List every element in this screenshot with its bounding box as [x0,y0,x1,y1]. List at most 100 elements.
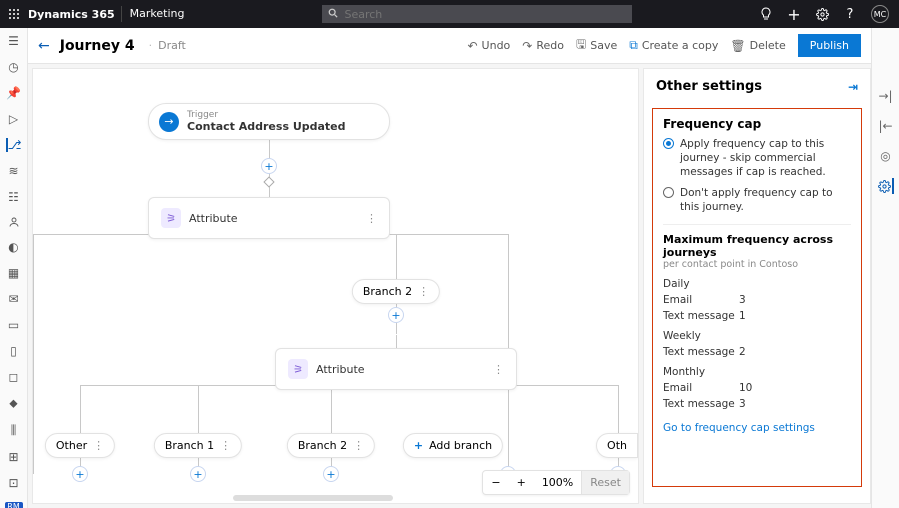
search-input[interactable] [344,8,626,21]
notification-icon[interactable]: ▭ [6,318,22,332]
branch-label: Other [56,439,87,452]
settings-gear-icon[interactable] [878,178,894,194]
more-icon[interactable]: ⋮ [93,439,104,452]
freq-channel: Email [663,382,739,394]
branch-pill[interactable]: Branch 2 ⋮ [287,433,375,458]
add-icon[interactable]: + [787,7,801,21]
frequency-cap-section: Frequency cap Apply frequency cap to thi… [652,108,862,487]
branch-pill[interactable]: Branch 2 ⋮ [352,279,440,304]
person-icon[interactable] [6,216,22,228]
more-icon[interactable]: ⋮ [356,212,377,225]
avatar[interactable]: MC [871,5,889,23]
delete-button[interactable]: 🗑Delete [730,39,785,53]
zoom-out-button[interactable]: − [483,471,508,494]
zoom-in-button[interactable]: + [509,471,534,494]
freq-row: Text message3 [663,398,851,410]
brand-label[interactable]: Dynamics 365 [28,8,121,21]
lock-icon[interactable]: ⊡ [6,476,22,490]
chat-icon[interactable]: ◻ [6,370,22,384]
journey-canvas[interactable]: + + + + + + + → Trigger Contact Address … [32,68,639,504]
freq-value: 1 [739,310,746,322]
add-step-button[interactable]: + [261,158,277,174]
period-label-daily: Daily [663,278,851,290]
max-freq-subtitle: per contact point in Contoso [663,259,851,270]
search-icon [328,8,338,21]
add-step-button[interactable]: + [323,466,339,482]
play-icon[interactable]: ▷ [6,112,22,126]
create-copy-button[interactable]: ⧉Create a copy [629,38,718,53]
help-icon[interactable]: ? [843,7,857,21]
branch-pill-other[interactable]: Oth [596,433,638,458]
gear-icon[interactable] [815,7,829,21]
redo-icon: ↷ [522,39,532,53]
freq-channel: Text message [663,398,739,410]
calendar-icon[interactable]: ▦ [6,266,22,280]
more-icon[interactable]: ⋮ [418,285,429,298]
forms-icon[interactable]: ⊞ [6,450,22,464]
target-icon[interactable]: ◎ [878,148,894,164]
segments-icon[interactable]: ☷ [6,190,22,204]
back-button[interactable]: ← [38,38,50,54]
undo-button[interactable]: ↶Undo [467,39,510,53]
radio-label: Don't apply frequency cap to this journe… [680,186,851,214]
status-label: Draft [149,39,186,52]
radio-no-cap[interactable]: Don't apply frequency cap to this journe… [663,186,851,214]
branch-pill[interactable]: Branch 1 ⋮ [154,433,242,458]
trigger-node[interactable]: → Trigger Contact Address Updated [148,103,390,140]
module-label[interactable]: Marketing [121,6,193,22]
branch-label: Branch 2 [298,439,347,452]
library-icon[interactable]: ⫼ [6,423,22,438]
publish-button[interactable]: Publish [798,34,861,57]
recent-icon[interactable]: ◷ [6,60,22,74]
menu-icon[interactable]: ☰ [6,34,22,48]
lightbulb-icon[interactable] [759,7,773,21]
mail-icon[interactable]: ✉ [6,292,22,306]
attribute-node[interactable]: ⚞ Attribute ⋮ [275,348,517,390]
branch-pill-other[interactable]: Other ⋮ [45,433,115,458]
add-branch-button[interactable]: + Add branch [403,433,503,458]
app-launcher-icon[interactable] [0,8,28,20]
undo-label: Undo [482,39,511,52]
zoom-control: − + 100% Reset [482,470,630,495]
save-button[interactable]: 🖫Save [576,35,617,56]
freq-row: Email3 [663,294,851,306]
branch-label: Oth [607,439,627,452]
save-icon: 🖫 [576,35,586,56]
freq-settings-link[interactable]: Go to frequency cap settings [663,422,815,434]
expand-in-icon[interactable]: →| [878,88,894,104]
freq-channel: Text message [663,346,739,358]
add-branch-label: Add branch [429,439,492,452]
journey-flow-icon[interactable]: ⎇ [6,138,22,152]
freq-channel: Email [663,294,739,306]
add-step-button[interactable]: + [388,307,404,323]
zoom-reset-button[interactable]: Reset [581,471,629,494]
branch-label: Branch 2 [363,285,412,298]
expand-out-icon[interactable]: |← [878,118,894,134]
more-icon[interactable]: ⋮ [483,363,504,376]
freq-row: Email10 [663,382,851,394]
microphone-icon[interactable]: ⬥ [6,396,22,411]
freq-row: Text message2 [663,346,851,358]
radio-apply-cap[interactable]: Apply frequency cap to this journey - sk… [663,137,851,180]
horizontal-scrollbar[interactable] [233,495,393,501]
redo-button[interactable]: ↷ Redo [522,39,564,53]
more-icon[interactable]: ⋮ [353,439,364,452]
more-icon[interactable]: ⋮ [220,439,231,452]
page-title: Journey 4 [60,38,135,54]
redo-label: Redo [536,39,564,52]
add-step-button[interactable]: + [190,466,206,482]
search-box[interactable] [322,5,632,23]
period-label-monthly: Monthly [663,366,851,378]
freq-row: Text message1 [663,310,851,322]
analytics-icon[interactable]: ≋ [6,164,22,178]
pin-icon[interactable]: 📌 [6,86,22,100]
attribute-node[interactable]: ⚞ Attribute ⋮ [148,197,390,239]
mobile-icon[interactable]: ▯ [6,344,22,358]
area-switcher-badge[interactable]: RM [5,502,23,508]
period-label-weekly: Weekly [663,330,851,342]
globe-icon[interactable]: ◐ [6,240,22,254]
dock-icon[interactable]: ⇥ [848,80,858,94]
freq-value: 3 [739,398,746,410]
add-step-button[interactable]: + [72,466,88,482]
freq-value: 10 [739,382,752,394]
